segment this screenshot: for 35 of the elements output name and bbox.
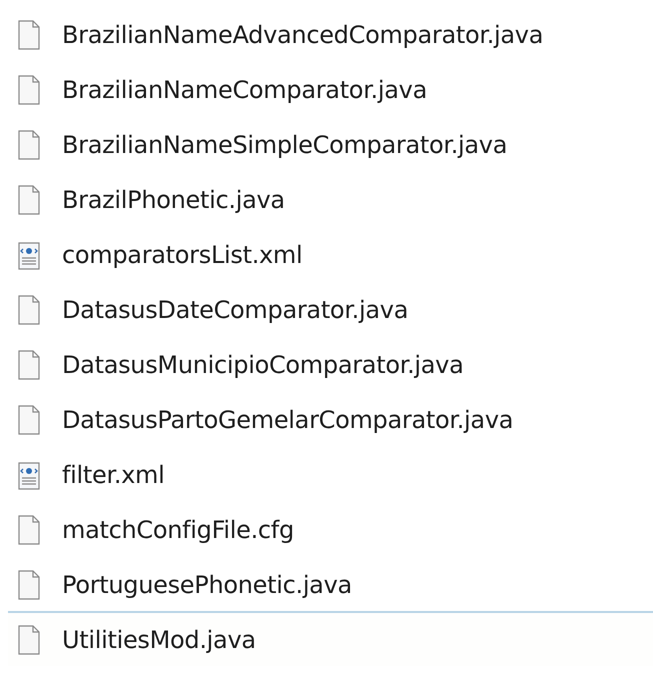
file-item[interactable]: BrazilianNameAdvancedComparator.java (8, 6, 653, 61)
file-item[interactable]: filter.xml (8, 446, 653, 501)
file-name: BrazilianNameSimpleComparator.java (62, 130, 508, 158)
file-icon (18, 570, 40, 600)
file-item[interactable]: DatasusMunicipioComparator.java (8, 336, 653, 391)
file-name: UtilitiesMod.java (62, 626, 256, 654)
file-icon (18, 404, 40, 434)
file-item[interactable]: PortuguesePhonetic.java (8, 556, 653, 611)
xml-file-icon (18, 460, 40, 490)
file-icon (18, 184, 40, 214)
file-item[interactable]: BrazilianNameComparator.java (8, 61, 653, 116)
file-item[interactable]: BrazilPhonetic.java (8, 171, 653, 226)
file-icon (18, 624, 40, 654)
file-icon (18, 20, 40, 50)
file-icon (18, 514, 40, 544)
file-name: DatasusPartoGemelarComparator.java (62, 406, 514, 434)
file-icon (18, 130, 40, 160)
file-item[interactable]: matchConfigFile.cfg (8, 501, 653, 556)
xml-file-icon (18, 240, 40, 270)
file-icon (18, 294, 40, 324)
file-name: filter.xml (62, 460, 165, 488)
file-item[interactable]: BrazilianNameSimpleComparator.java (8, 116, 653, 171)
file-item[interactable]: DatasusPartoGemelarComparator.java (8, 391, 653, 446)
file-icon (18, 74, 40, 104)
file-name: PortuguesePhonetic.java (62, 570, 352, 598)
file-name: BrazilianNameAdvancedComparator.java (62, 20, 544, 48)
file-name: BrazilianNameComparator.java (62, 76, 427, 104)
file-name: matchConfigFile.cfg (62, 516, 294, 544)
file-item[interactable]: comparatorsList.xml (8, 226, 653, 281)
file-item[interactable]: DatasusDateComparator.java (8, 281, 653, 336)
file-name: DatasusMunicipioComparator.java (62, 350, 464, 378)
file-name: BrazilPhonetic.java (62, 186, 285, 214)
file-icon (18, 350, 40, 380)
file-name: comparatorsList.xml (62, 240, 302, 268)
file-name: DatasusDateComparator.java (62, 296, 408, 324)
